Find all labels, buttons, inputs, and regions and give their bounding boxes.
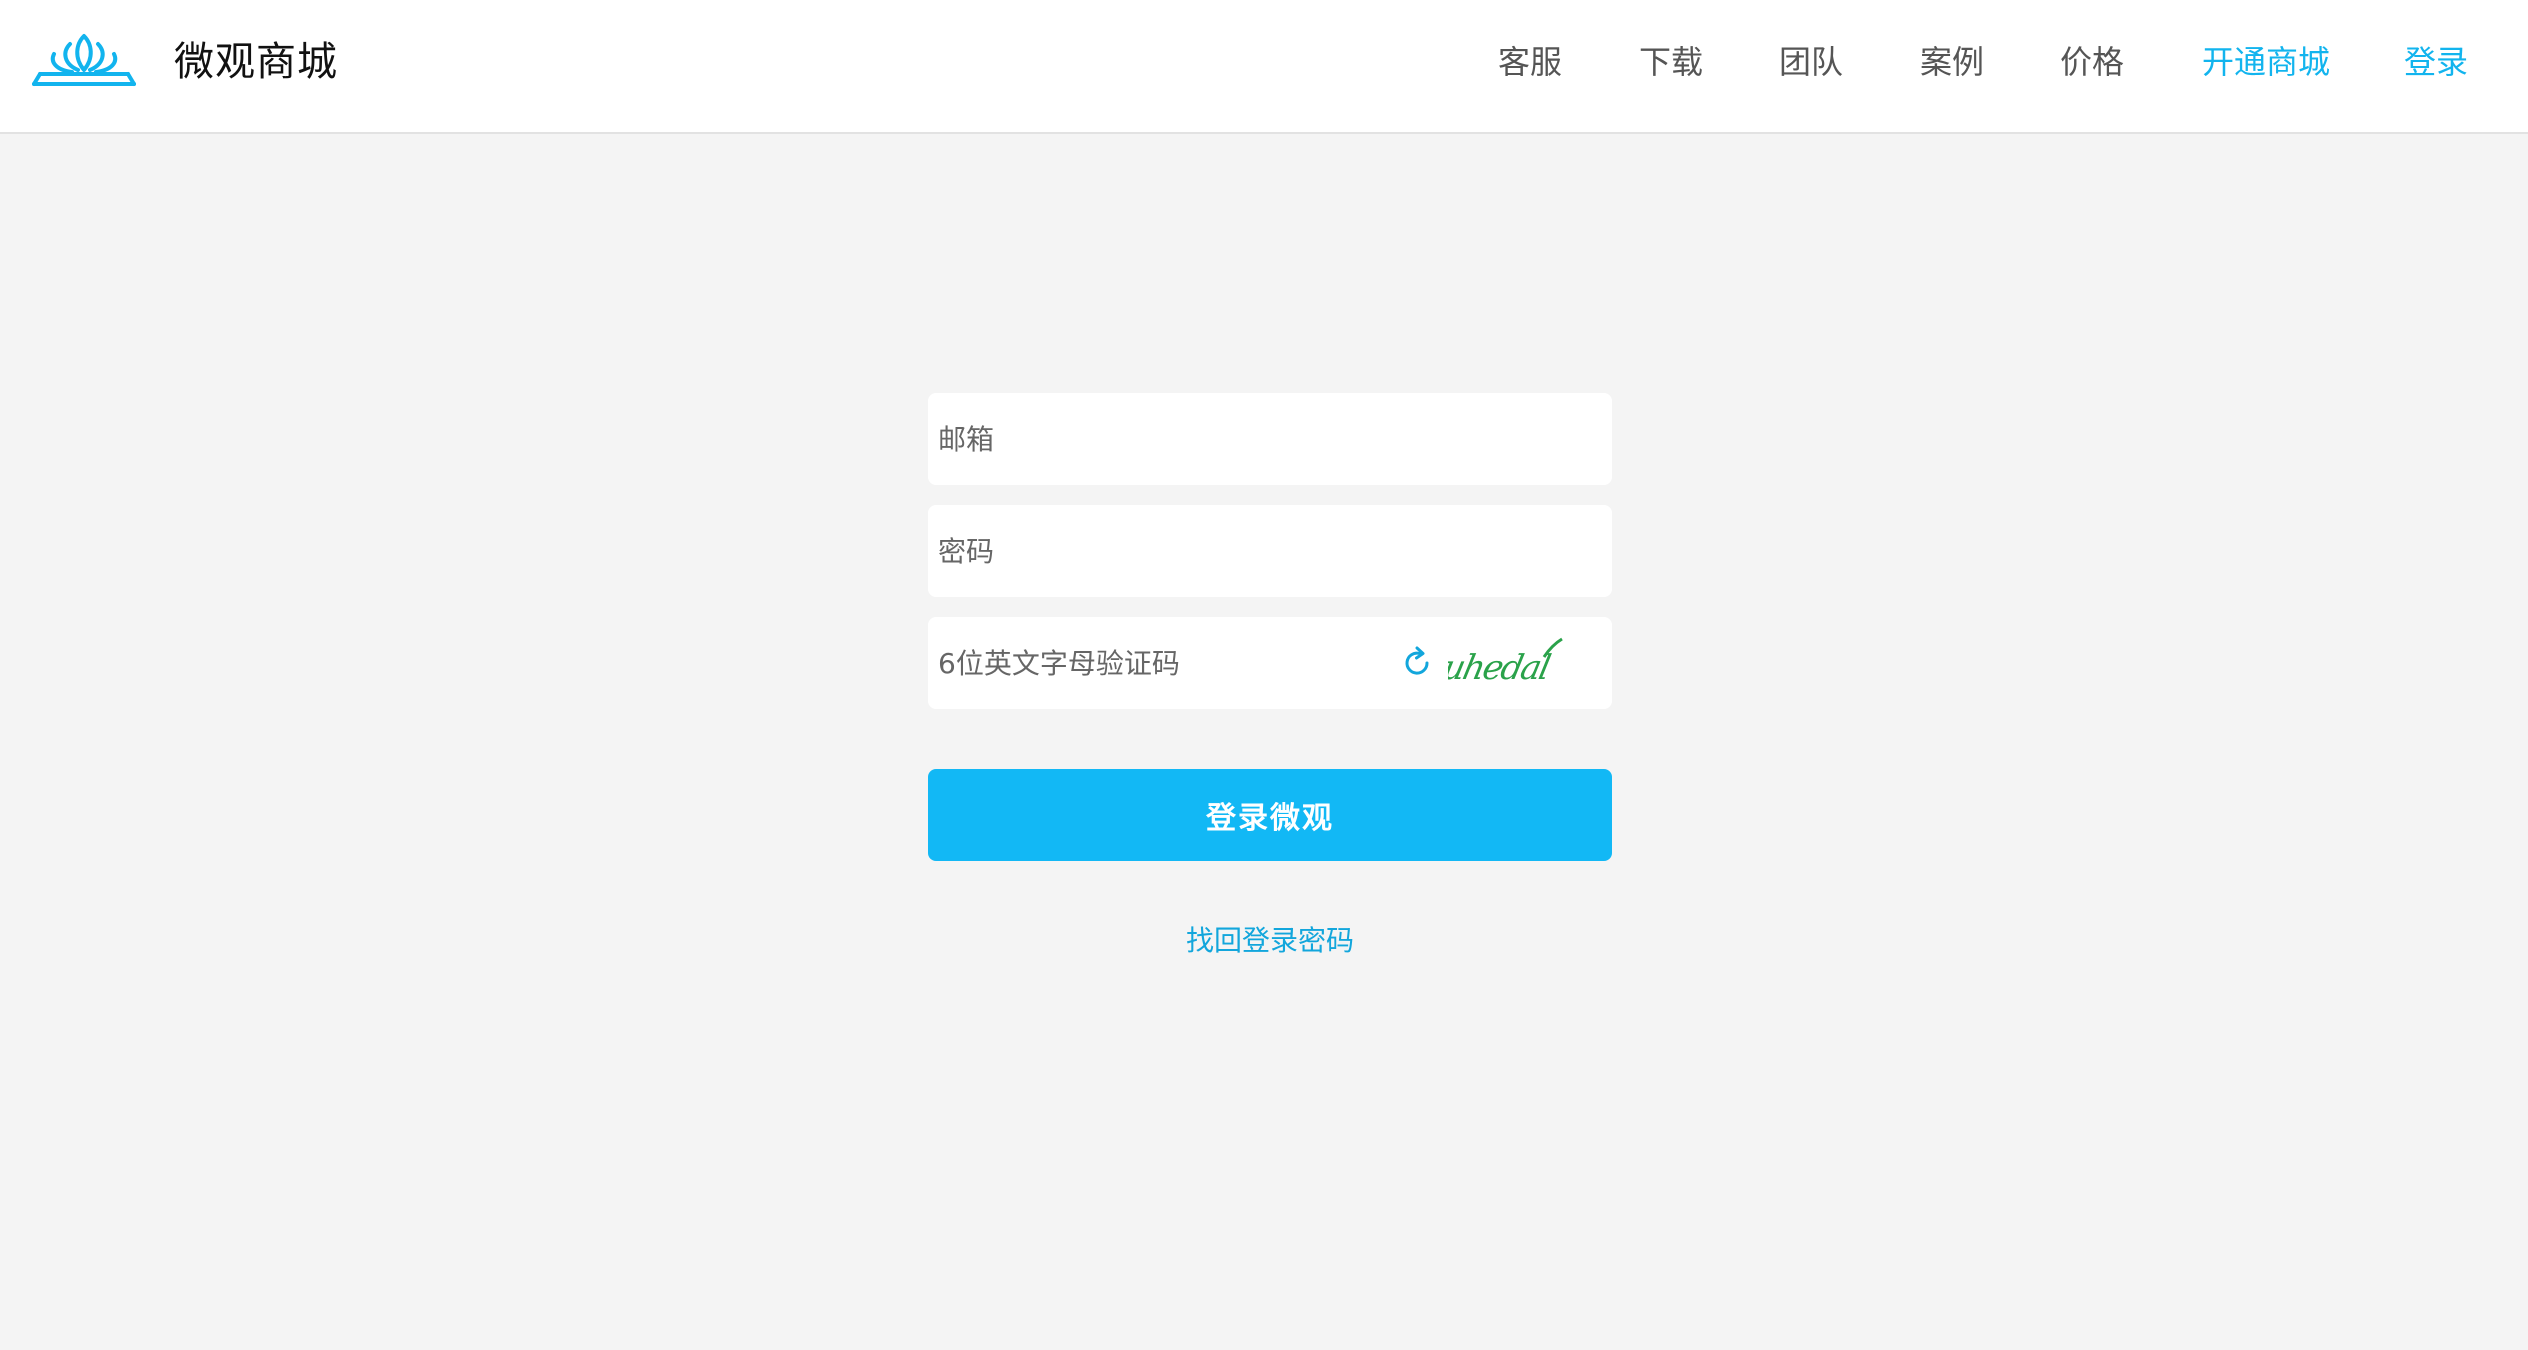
refresh-captcha-icon[interactable] — [1400, 646, 1434, 680]
nav-item-download[interactable]: 下载 — [1639, 32, 1703, 92]
nav-item-team[interactable]: 团队 — [1779, 32, 1843, 92]
top-header: 微观商城 客服 下载 团队 案例 价格 开通商城 登录 — [0, 0, 2528, 134]
lotus-logo-icon[interactable] — [32, 30, 136, 88]
captcha-text: uhedal — [1448, 648, 1553, 688]
captcha-input[interactable] — [928, 617, 1368, 709]
brand-name[interactable]: 微观商城 — [174, 32, 338, 92]
nav-item-cases[interactable]: 案例 — [1920, 32, 1984, 92]
password-field[interactable] — [928, 505, 1612, 597]
nav-item-login[interactable]: 登录 — [2404, 32, 2468, 92]
password-field-box — [928, 505, 1612, 597]
nav-item-open-store[interactable]: 开通商城 — [2202, 32, 2330, 92]
forgot-password-link[interactable]: 找回登录密码 — [928, 919, 1612, 959]
login-submit-button[interactable]: 登录微观 — [928, 769, 1612, 861]
nav-item-service[interactable]: 客服 — [1498, 32, 1562, 92]
nav-item-pricing[interactable]: 价格 — [2060, 32, 2124, 92]
email-field-box — [928, 393, 1612, 485]
captcha-image[interactable]: uhedal — [1439, 637, 1568, 691]
captcha-field-box: uhedal — [928, 617, 1612, 709]
email-field[interactable] — [928, 393, 1612, 485]
